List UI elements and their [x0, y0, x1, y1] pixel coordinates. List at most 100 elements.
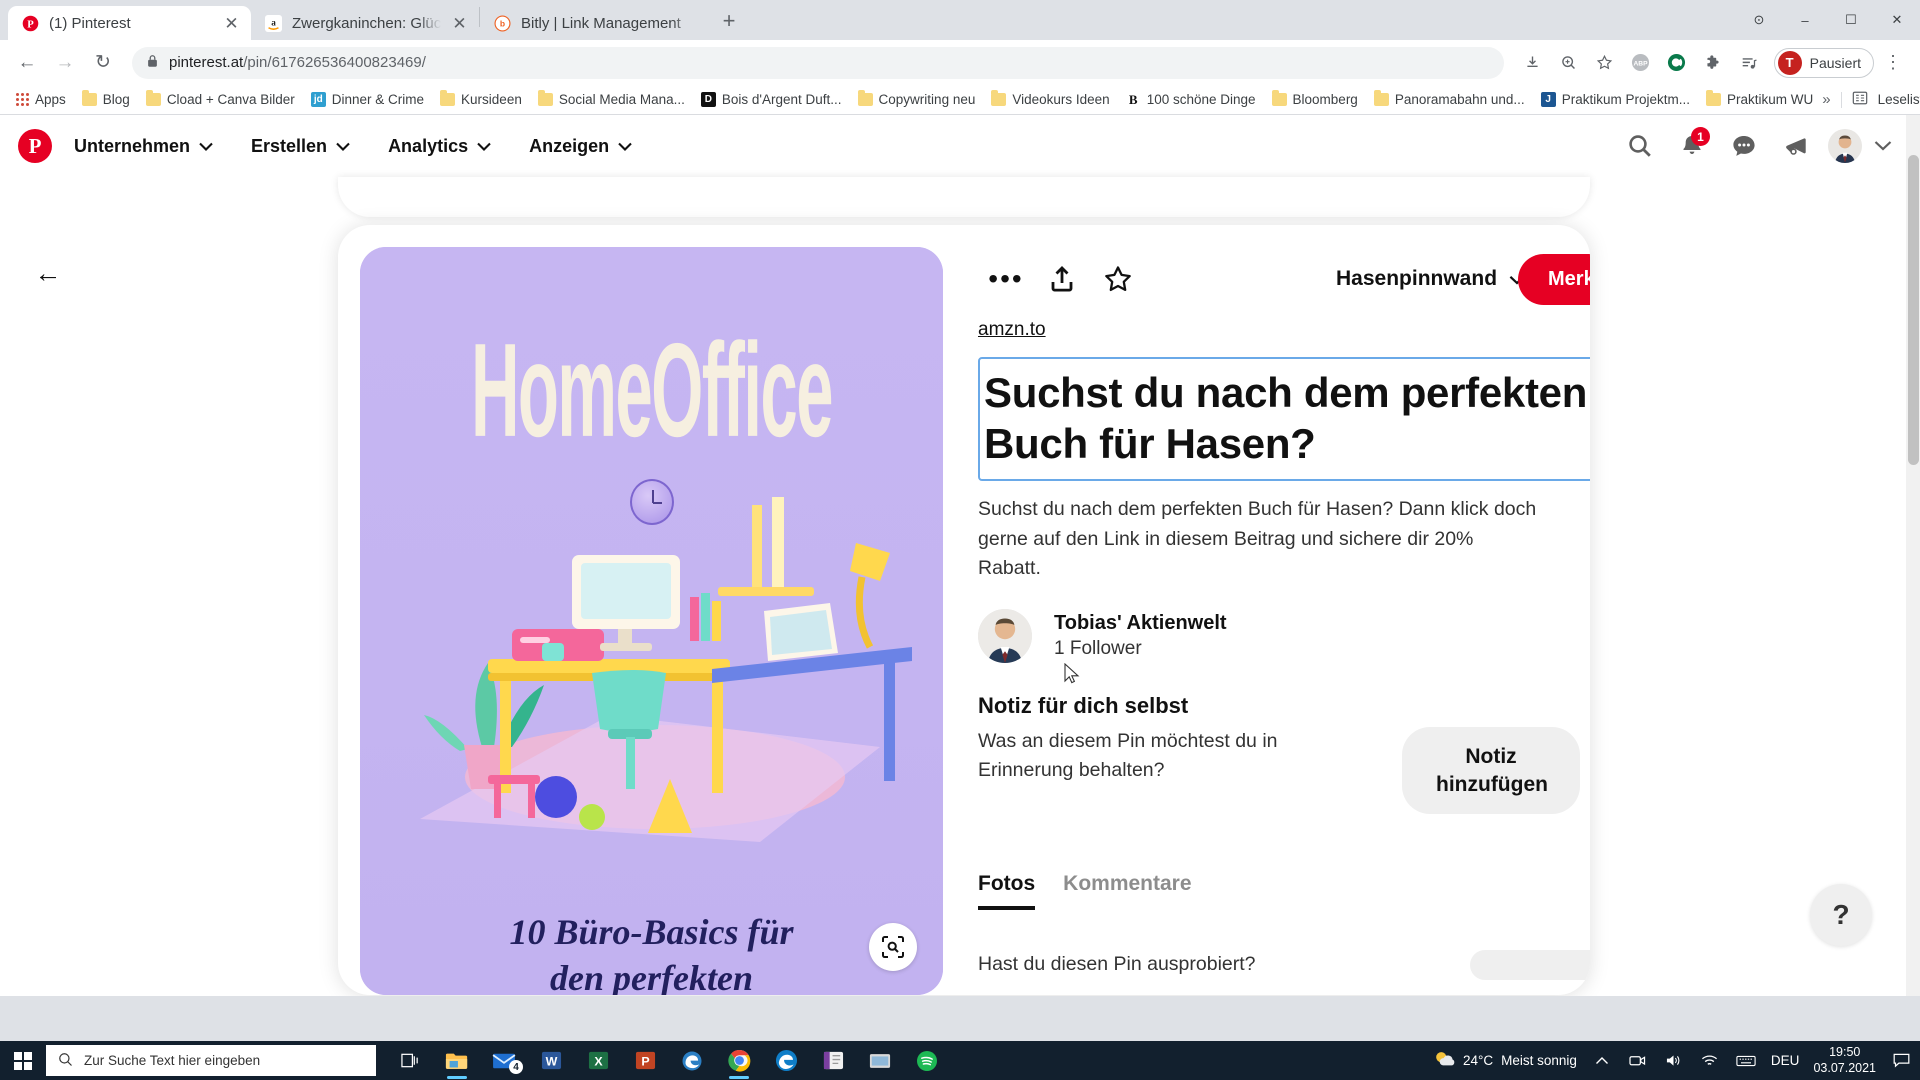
- clock[interactable]: 19:50 03.07.2021: [1813, 1045, 1876, 1076]
- weather-widget[interactable]: 24°C Meist sonnig: [1433, 1049, 1577, 1072]
- pin-image[interactable]: HomeOffice 10 Büro-Basics für den perfek…: [360, 247, 943, 995]
- nav-anzeigen[interactable]: Anzeigen: [513, 126, 648, 167]
- start-button[interactable]: [0, 1041, 46, 1080]
- language-indicator[interactable]: DEU: [1771, 1053, 1800, 1068]
- address-bar[interactable]: pinterest.at/pin/617626536400823469/: [132, 46, 1504, 79]
- tab-kommentare[interactable]: Kommentare: [1063, 872, 1191, 906]
- back-button[interactable]: ←: [10, 46, 44, 80]
- bookmark-label: Panoramabahn und...: [1394, 92, 1525, 107]
- page-scrollbar[interactable]: [1906, 115, 1920, 996]
- back-button[interactable]: ←: [28, 253, 68, 293]
- bookmark-blog[interactable]: Blog: [75, 89, 137, 110]
- folder-icon: [1271, 90, 1287, 106]
- tried-button[interactable]: [1470, 949, 1590, 980]
- volume-icon[interactable]: [1663, 1050, 1685, 1072]
- nav-analytics[interactable]: Analytics: [372, 126, 507, 167]
- pin-author[interactable]: Tobias' Aktienwelt 1 Follower: [978, 609, 1590, 664]
- reload-button[interactable]: ↻: [86, 46, 120, 80]
- wifi-icon[interactable]: [1699, 1050, 1721, 1072]
- visual-search-icon[interactable]: [869, 923, 917, 971]
- bookmark-panoramabahn[interactable]: Panoramabahn und...: [1367, 89, 1532, 110]
- tab-fotos[interactable]: Fotos: [978, 872, 1036, 910]
- word-icon[interactable]: W: [529, 1041, 573, 1080]
- bookmark-social-media[interactable]: Social Media Mana...: [531, 89, 692, 110]
- zoom-icon[interactable]: [1552, 46, 1586, 80]
- bookmark-bois-argent[interactable]: D Bois d'Argent Duft...: [694, 89, 849, 110]
- camera-icon[interactable]: [1627, 1050, 1649, 1072]
- powerpoint-icon[interactable]: P: [623, 1041, 667, 1080]
- nav-label: Unternehmen: [74, 135, 191, 156]
- bookmark-copywriting[interactable]: Copywriting neu: [851, 89, 983, 110]
- onenote-icon[interactable]: [811, 1041, 855, 1080]
- bell-icon[interactable]: 1: [1672, 126, 1712, 166]
- explorer2-icon[interactable]: [858, 1041, 902, 1080]
- action-center-icon[interactable]: [1890, 1050, 1912, 1072]
- browser-tab-bitly[interactable]: b Bitly | Link Management: [480, 6, 708, 40]
- browser-tab-pinterest[interactable]: P (1) Pinterest ✕: [8, 6, 251, 40]
- close-window-button[interactable]: ✕: [1874, 0, 1920, 40]
- close-icon[interactable]: ✕: [222, 14, 241, 33]
- chevron-up-icon[interactable]: [1591, 1050, 1613, 1072]
- bookmark-label: Videokurs Ideen: [1012, 92, 1110, 107]
- windows-taskbar: Zur Suche Text hier eingeben 4 W X P 24°…: [0, 1041, 1920, 1080]
- bookmark-praktikum-wu[interactable]: Praktikum WU: [1699, 89, 1820, 110]
- add-note-button[interactable]: Notiz hinzufügen: [1402, 727, 1580, 814]
- more-options-button[interactable]: •••: [978, 251, 1034, 307]
- reading-list-label[interactable]: Leseliste: [1878, 92, 1920, 107]
- media-list-icon[interactable]: [1732, 46, 1766, 80]
- bookmark-dinner-crime[interactable]: jd Dinner & Crime: [304, 89, 431, 110]
- svg-text:ABP: ABP: [1634, 60, 1649, 67]
- pin-title: Suchst du nach dem perfekten Buch für Ha…: [984, 369, 1588, 468]
- spotify-icon[interactable]: [905, 1041, 949, 1080]
- browser-menu-button[interactable]: ⋮: [1876, 46, 1910, 80]
- nav-unternehmen[interactable]: Unternehmen: [58, 126, 229, 167]
- nav-erstellen[interactable]: Erstellen: [235, 126, 366, 167]
- bookmarks-overflow-button[interactable]: »: [1822, 91, 1830, 108]
- bookmark-kursideen[interactable]: Kursideen: [433, 89, 529, 110]
- pin-title-box[interactable]: Suchst du nach dem perfekten Buch für Ha…: [978, 357, 1590, 482]
- chrome-icon[interactable]: [717, 1041, 761, 1080]
- source-link[interactable]: amzn.to: [978, 319, 1046, 341]
- svg-text:W: W: [545, 1054, 557, 1068]
- pin-action-row: ••• Hasenpinnwand Merk: [978, 251, 1590, 307]
- help-button[interactable]: ?: [1810, 884, 1872, 946]
- close-icon[interactable]: ✕: [450, 14, 469, 33]
- task-view-icon[interactable]: [388, 1041, 432, 1080]
- scrollbar-thumb[interactable]: [1908, 155, 1919, 465]
- bookmark-apps[interactable]: Apps: [9, 89, 73, 110]
- search-icon[interactable]: [1620, 126, 1660, 166]
- extensions-icon[interactable]: [1696, 46, 1730, 80]
- share-icon[interactable]: [1034, 251, 1090, 307]
- excel-icon[interactable]: X: [576, 1041, 620, 1080]
- mail-icon[interactable]: 4: [482, 1041, 526, 1080]
- file-explorer-icon[interactable]: [435, 1041, 479, 1080]
- minimize-button[interactable]: –: [1782, 0, 1828, 40]
- bookmark-videokurs[interactable]: Videokurs Ideen: [984, 89, 1116, 110]
- user-avatar[interactable]: [1828, 129, 1862, 163]
- edge-icon[interactable]: [764, 1041, 808, 1080]
- new-tab-button[interactable]: +: [712, 4, 746, 38]
- bookmark-100-schoene-dinge[interactable]: B 100 schöne Dinge: [1119, 89, 1263, 110]
- account-chevron-down-icon[interactable]: [1874, 139, 1892, 154]
- abp-icon[interactable]: ABP: [1624, 46, 1658, 80]
- bookmark-star-icon[interactable]: [1588, 46, 1622, 80]
- c-icon[interactable]: [1660, 46, 1694, 80]
- extra-window-button[interactable]: ⊙: [1736, 0, 1782, 40]
- maximize-button[interactable]: ☐: [1828, 0, 1874, 40]
- megaphone-icon[interactable]: [1776, 126, 1816, 166]
- save-button[interactable]: Merken: [1518, 253, 1590, 305]
- bookmark-bloomberg[interactable]: Bloomberg: [1265, 89, 1365, 110]
- taskbar-search[interactable]: Zur Suche Text hier eingeben: [46, 1045, 376, 1076]
- keyboard-icon[interactable]: [1735, 1050, 1757, 1072]
- bookmark-cload-canva[interactable]: Cload + Canva Bilder: [139, 89, 302, 110]
- install-icon[interactable]: [1516, 46, 1550, 80]
- board-selector[interactable]: Hasenpinnwand: [1336, 267, 1525, 291]
- pinterest-logo-icon[interactable]: P: [18, 129, 52, 163]
- profile-button[interactable]: T Pausiert: [1773, 47, 1874, 78]
- forward-button[interactable]: →: [48, 46, 82, 80]
- edge-legacy-icon[interactable]: [670, 1041, 714, 1080]
- bookmark-praktikum-projektm[interactable]: J Praktikum Projektm...: [1534, 89, 1697, 110]
- star-icon[interactable]: [1090, 251, 1146, 307]
- messages-icon[interactable]: [1724, 126, 1764, 166]
- browser-tab-amazon[interactable]: a Zwergkaninchen: Glücklich durch ✕: [251, 6, 479, 40]
